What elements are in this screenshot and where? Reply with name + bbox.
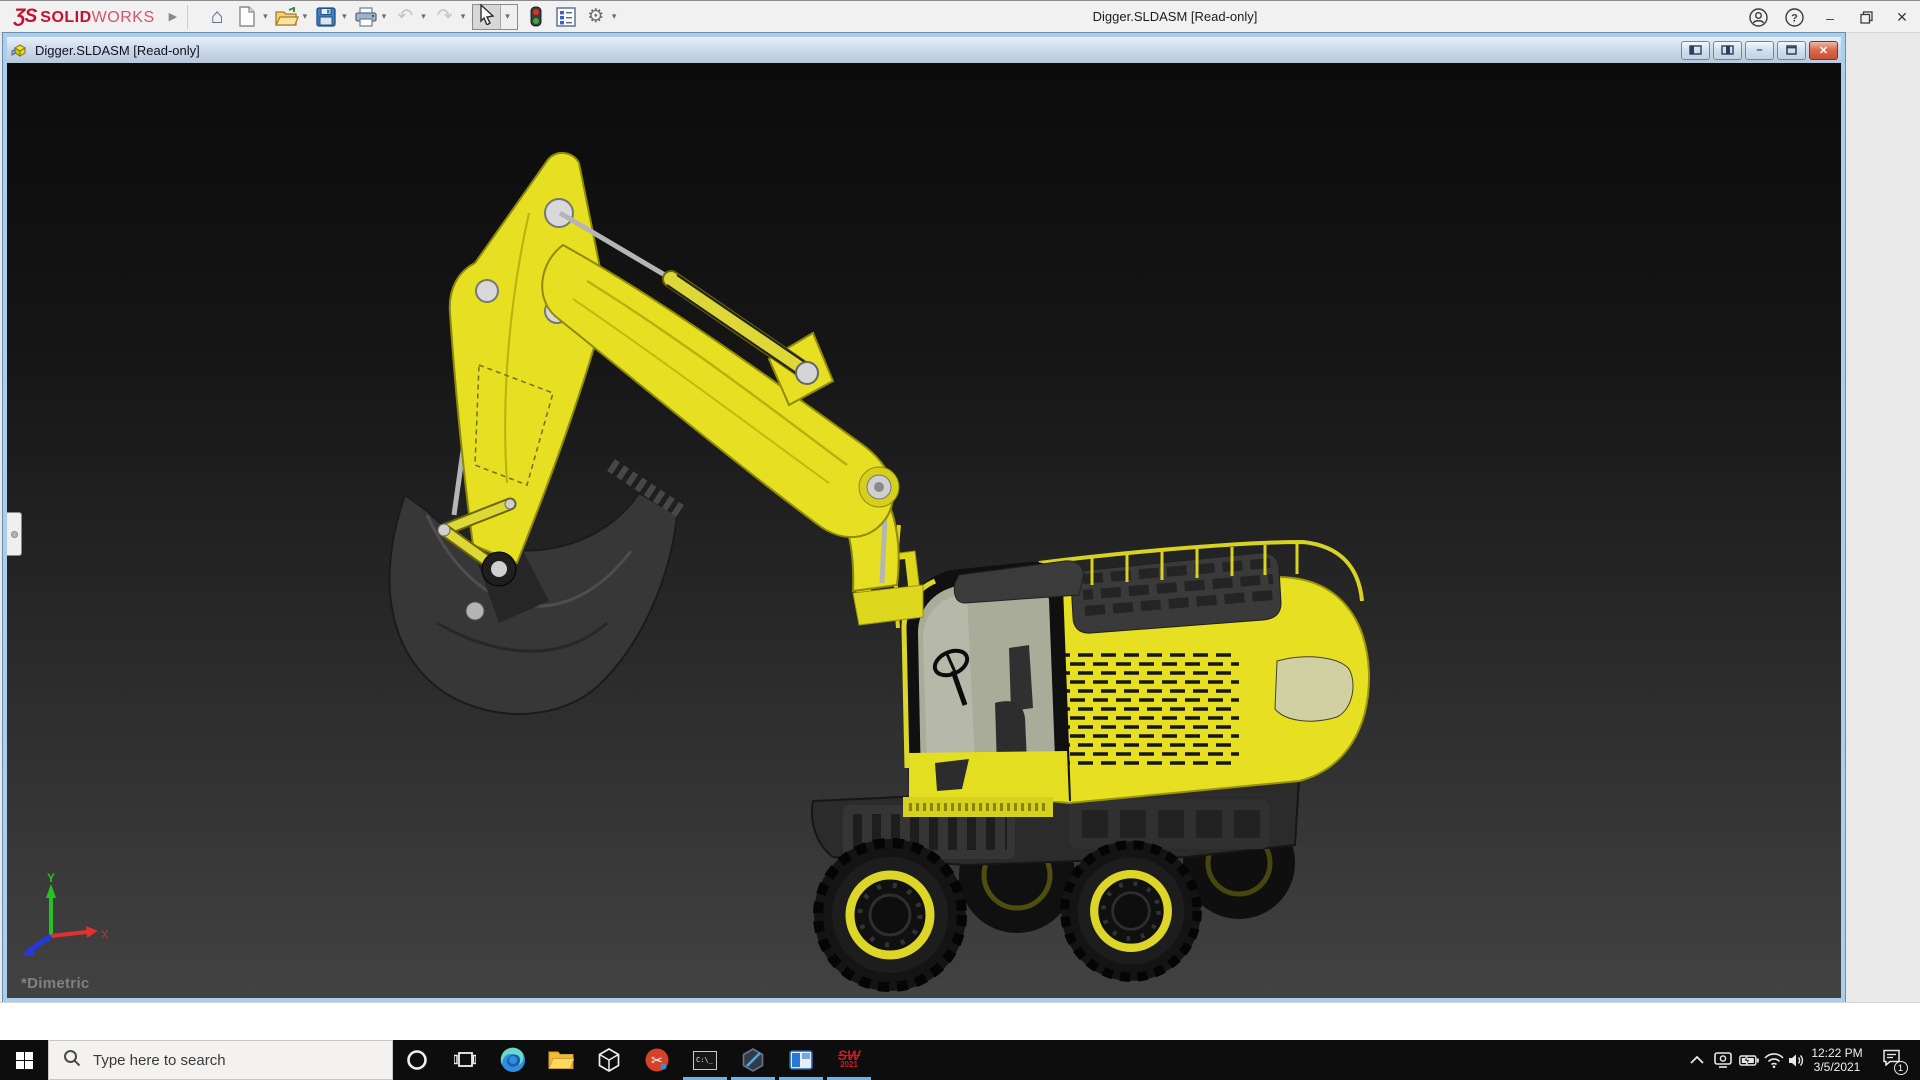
- graphics-viewport[interactable]: Y X *Dimetric: [7, 63, 1841, 998]
- doc-restore-button[interactable]: [1777, 41, 1806, 60]
- notification-badge: 1: [1894, 1061, 1908, 1075]
- assembly-document-icon: [11, 42, 29, 58]
- save-button[interactable]: [313, 3, 339, 31]
- tray-chevron-icon[interactable]: [1686, 1040, 1708, 1080]
- pane-right-button[interactable]: [1713, 41, 1742, 60]
- rebuild-button[interactable]: [523, 3, 549, 31]
- x-axis-arrow: [86, 926, 98, 938]
- undo-button[interactable]: ↶: [392, 3, 418, 31]
- upper-body[interactable]: [853, 525, 1369, 817]
- doc-close-button[interactable]: ✕: [1809, 41, 1838, 60]
- cab[interactable]: [904, 561, 1083, 803]
- search-input[interactable]: [91, 1051, 341, 1070]
- solidworks-app-icon[interactable]: SW2021: [825, 1040, 873, 1080]
- select-dropdown-icon[interactable]: ▾: [500, 5, 517, 29]
- orientation-triad: Y X: [17, 872, 117, 972]
- wifi-tray-icon[interactable]: [1762, 1040, 1786, 1080]
- mdi-workspace: Digger.SLDASM [Read-only] – ✕: [0, 33, 1920, 1002]
- start-button[interactable]: [0, 1040, 48, 1080]
- taskbar-clock[interactable]: 12:22 PM3/5/2021: [1806, 1040, 1868, 1080]
- svg-text:?: ?: [1791, 12, 1798, 24]
- print-dropdown-icon[interactable]: ▾: [382, 11, 387, 22]
- display-tray-icon[interactable]: [1712, 1040, 1734, 1080]
- open-dropdown-icon[interactable]: ▾: [303, 11, 308, 22]
- front-wheel[interactable]: [814, 839, 966, 991]
- quick-access-toolbar: ⌂ ▾ ▾ ▾ ▾ ↶ ▾ ↷ ▾ ▾ ⚙ ▾: [202, 1, 620, 32]
- action-center-button[interactable]: 1: [1872, 1040, 1910, 1080]
- task-view-button[interactable]: [441, 1040, 489, 1080]
- restore-window-button[interactable]: [1848, 1, 1884, 34]
- command-prompt-app-icon[interactable]: C:\_: [681, 1040, 729, 1080]
- cursor-arrow-icon: [473, 4, 500, 30]
- app-window-controls: ? – ✕: [1740, 1, 1920, 34]
- stick-and-bucket-cylinder[interactable]: [438, 153, 607, 586]
- home-button[interactable]: ⌂: [204, 3, 230, 31]
- open-button[interactable]: [274, 3, 300, 31]
- window-app-icon[interactable]: [777, 1040, 825, 1080]
- user-account-icon[interactable]: [1740, 1, 1776, 34]
- redo-dropdown-icon[interactable]: ▾: [461, 11, 466, 22]
- edge-app-icon[interactable]: [489, 1040, 537, 1080]
- 3d-viewer-app-icon[interactable]: [585, 1040, 633, 1080]
- seat-back: [1009, 645, 1033, 711]
- y-axis-label: Y: [47, 872, 55, 885]
- new-dropdown-icon[interactable]: ▾: [263, 11, 268, 22]
- clock-time: 12:22 PM: [1811, 1046, 1862, 1060]
- rear-wheel[interactable]: [1061, 841, 1201, 981]
- select-tool-button[interactable]: ▾: [472, 4, 518, 30]
- battery-tray-icon[interactable]: [1737, 1040, 1761, 1080]
- windows-taskbar: ✂ C:\_ SW2021 12:22 PM3/5/2021 1: [0, 1040, 1920, 1080]
- x-axis-label: X: [101, 929, 109, 941]
- solidworks-logo-mark: ƷS: [14, 6, 36, 28]
- feature-panel-collapse-tab[interactable]: [7, 512, 22, 556]
- redo-button[interactable]: ↷: [432, 3, 458, 31]
- taskbar-search[interactable]: [48, 1040, 393, 1080]
- app-title-bar: ƷS SOLID WORKS ▶ ⌂ ▾ ▾ ▾ ▾ ↶ ▾ ↷ ▾ ▾: [0, 0, 1920, 33]
- snip-app-icon[interactable]: ✂: [633, 1040, 681, 1080]
- app-window-title: Digger.SLDASM [Read-only]: [600, 9, 1750, 24]
- help-icon[interactable]: ?: [1776, 1, 1812, 34]
- new-document-button[interactable]: [234, 3, 260, 31]
- toolbar-expand-icon[interactable]: ▶: [169, 10, 177, 23]
- minimize-window-button[interactable]: –: [1812, 1, 1848, 34]
- y-axis-arrow: [46, 884, 56, 898]
- document-window-controls: – ✕: [1681, 41, 1841, 60]
- divider: [187, 5, 188, 29]
- document-title-bar[interactable]: Digger.SLDASM [Read-only] – ✕: [7, 37, 1841, 63]
- hexagon-app-icon[interactable]: [729, 1040, 777, 1080]
- cortana-button[interactable]: [393, 1040, 441, 1080]
- search-icon: [63, 1049, 81, 1072]
- document-title: Digger.SLDASM [Read-only]: [35, 43, 200, 58]
- file-properties-button[interactable]: [553, 3, 579, 31]
- clock-date: 3/5/2021: [1811, 1060, 1862, 1074]
- save-dropdown-icon[interactable]: ▾: [342, 11, 347, 22]
- view-orientation-label: *Dimetric: [21, 975, 90, 992]
- excavator-model[interactable]: [7, 63, 1841, 998]
- solidworks-logo: ƷS SOLID WORKS: [14, 6, 155, 28]
- document-window: Digger.SLDASM [Read-only] – ✕: [3, 33, 1845, 1002]
- status-bar: [0, 1002, 1920, 1040]
- file-explorer-app-icon[interactable]: [537, 1040, 585, 1080]
- undo-dropdown-icon[interactable]: ▾: [421, 11, 426, 22]
- close-window-button[interactable]: ✕: [1884, 1, 1920, 34]
- print-button[interactable]: [353, 3, 379, 31]
- pane-left-button[interactable]: [1681, 41, 1710, 60]
- doc-minimize-button[interactable]: –: [1745, 41, 1774, 60]
